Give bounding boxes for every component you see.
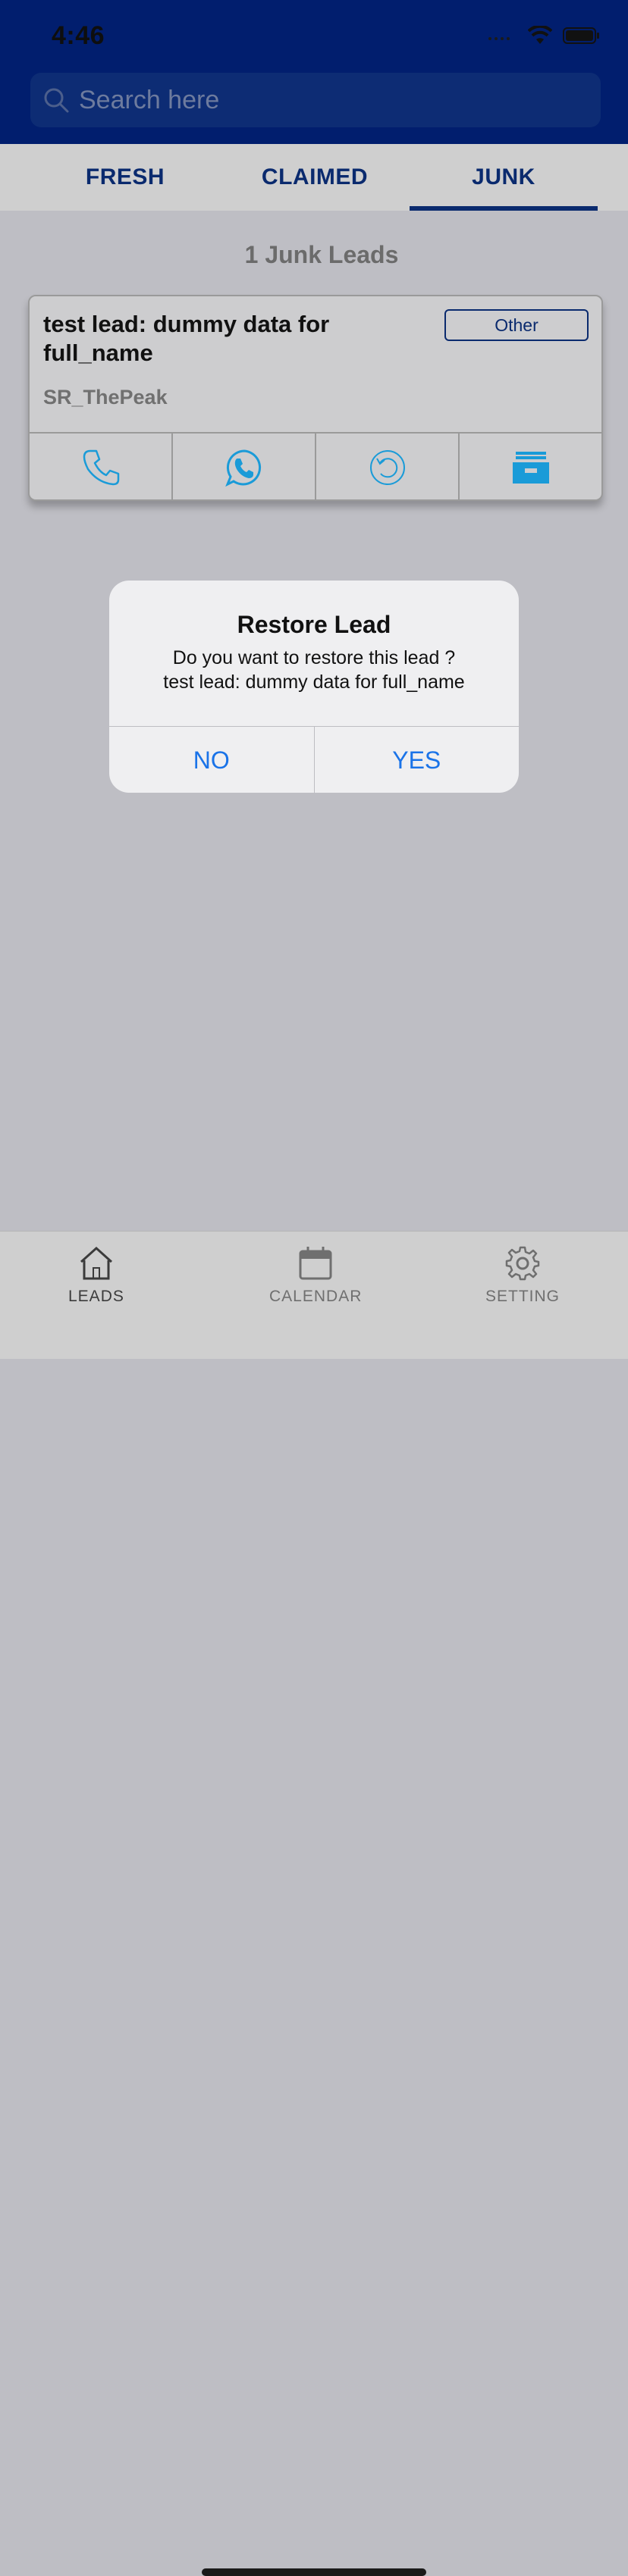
tabbar-calendar[interactable]: CALENDAR	[269, 1245, 362, 1306]
dialog-message-line1: Do you want to restore this lead ?	[172, 647, 456, 668]
archive-button[interactable]	[460, 434, 601, 499]
home-icon	[80, 1246, 112, 1280]
tabbar-leads-label: LEADS	[68, 1288, 124, 1305]
bottom-tab-bar: LEADS CALENDAR SETTING	[0, 1231, 628, 2576]
status-time: 4:46	[52, 21, 105, 50]
calendar-icon	[299, 1247, 332, 1280]
header: 4:46	[0, 0, 628, 144]
restore-button[interactable]	[316, 434, 460, 499]
lead-category-badge: Other	[444, 309, 589, 341]
wifi-icon	[528, 26, 552, 44]
search-icon	[44, 88, 69, 113]
tab-claimed[interactable]: CLAIMED	[250, 144, 379, 211]
phone-icon	[83, 449, 119, 485]
call-button[interactable]	[30, 434, 173, 499]
archive-icon	[512, 451, 549, 484]
whatsapp-button[interactable]	[173, 434, 316, 499]
tabbar-calendar-label: CALENDAR	[269, 1288, 363, 1305]
gear-icon	[505, 1246, 540, 1281]
dialog-title: Restore Lead	[237, 611, 391, 638]
search-bar[interactable]	[30, 73, 601, 127]
tab-fresh-label: FRESH	[85, 164, 165, 189]
lead-actions	[30, 432, 601, 499]
restore-icon	[369, 449, 405, 485]
search-input[interactable]	[77, 84, 581, 116]
restore-dialog: Restore Lead Do you want to restore this…	[109, 581, 519, 793]
tabbar-leads[interactable]: LEADS	[68, 1245, 124, 1306]
no-button[interactable]: NO	[109, 727, 315, 793]
tab-junk-label: JUNK	[472, 164, 535, 189]
dialog-message-line2: test lead: dummy data for full_name	[163, 671, 465, 693]
tab-fresh[interactable]: FRESH	[0, 144, 250, 211]
tab-junk[interactable]: JUNK	[410, 144, 598, 211]
lead-count-title: 1 Junk Leads	[244, 241, 399, 268]
tabbar-setting-label: SETTING	[485, 1288, 560, 1305]
dialog-message: Do you want to restore this lead ? test …	[124, 646, 504, 694]
tabbar-setting[interactable]: SETTING	[485, 1245, 560, 1306]
lead-card[interactable]: test lead: dummy data for full_name Othe…	[28, 295, 603, 501]
lead-source: SR_ThePeak	[43, 386, 168, 408]
dialog-buttons: NO YES	[109, 726, 519, 793]
lead-title: test lead: dummy data for full_name	[43, 311, 330, 366]
battery-icon	[563, 27, 599, 44]
lead-tabs: FRESH CLAIMED JUNK	[0, 144, 628, 211]
signal-icon	[488, 37, 510, 40]
whatsapp-icon	[225, 449, 261, 487]
home-indicator	[202, 2568, 426, 2576]
tab-claimed-label: CLAIMED	[261, 164, 369, 189]
status-icons	[487, 26, 601, 45]
yes-button[interactable]: YES	[315, 727, 520, 793]
